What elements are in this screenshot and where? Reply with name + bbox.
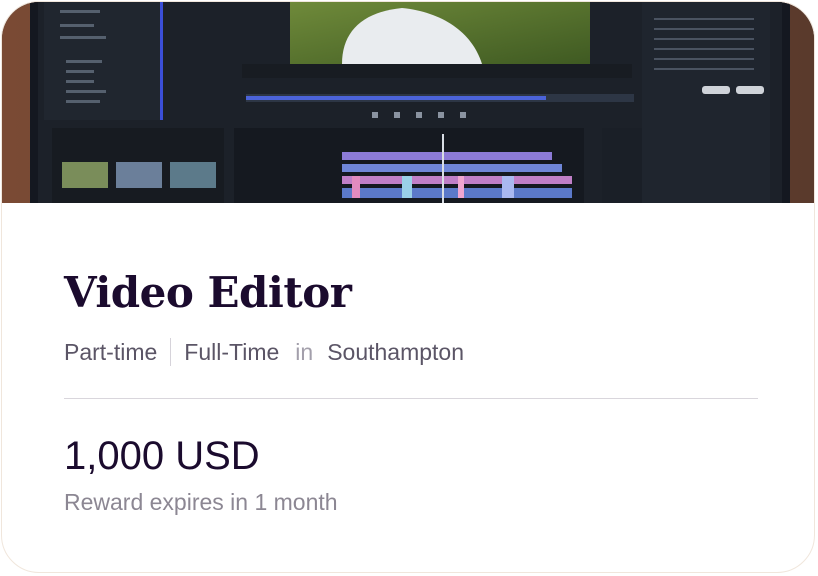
job-location: Southampton <box>327 338 465 365</box>
video-editor-screenshot-image <box>2 2 814 203</box>
employment-type-full-time: Full-Time <box>184 338 280 365</box>
reward-amount: 1,000 USD <box>64 434 260 478</box>
divider <box>64 398 758 399</box>
hero-image <box>2 2 814 203</box>
reward-expiry: Reward expires in 1 month <box>64 489 338 515</box>
job-title[interactable]: Video Editor <box>64 267 352 319</box>
job-card[interactable]: Video Editor Part-time Full-Time in Sout… <box>1 1 815 573</box>
job-meta: Part-time Full-Time in Southampton <box>64 337 464 367</box>
employment-type-part-time: Part-time <box>64 338 158 365</box>
meta-separator <box>170 338 172 366</box>
location-prefix: in <box>295 338 314 365</box>
